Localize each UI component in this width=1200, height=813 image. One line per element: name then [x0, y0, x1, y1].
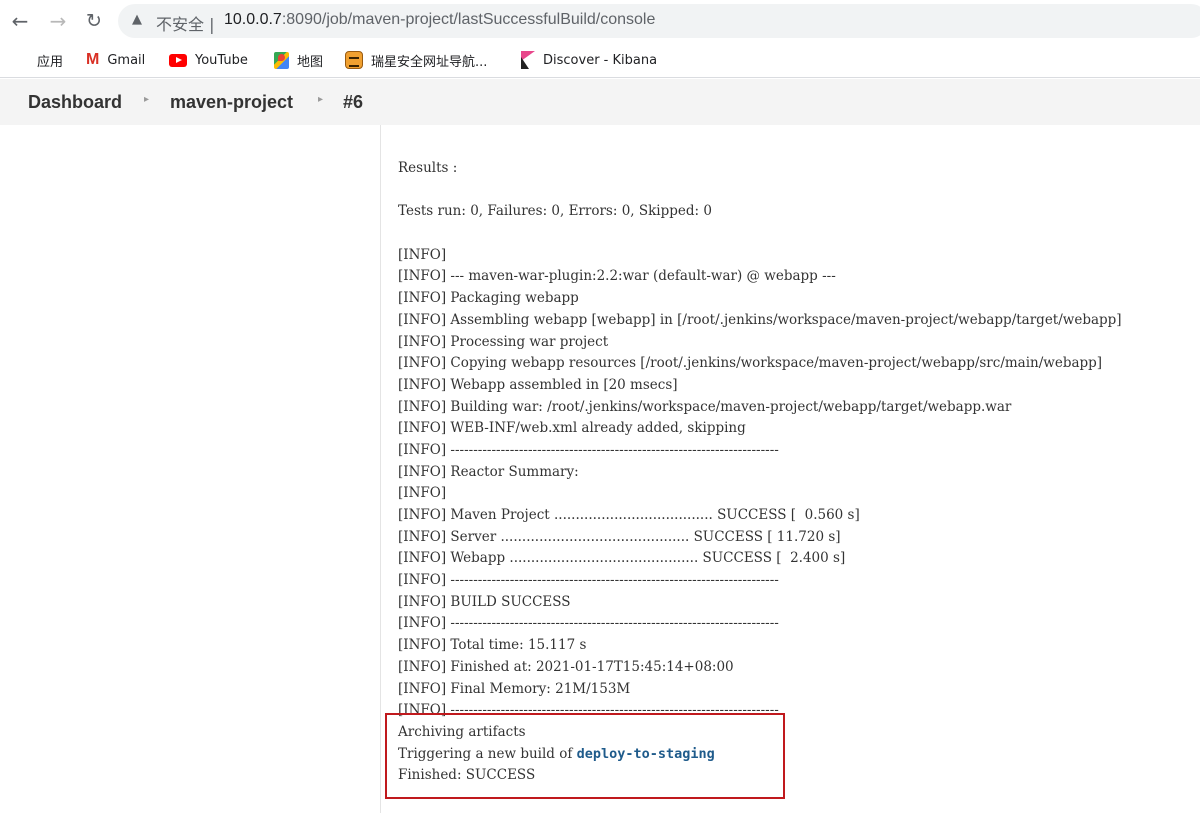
console-line: [INFO] ---------------------------------… — [398, 441, 779, 458]
console-line: Results : — [398, 160, 458, 176]
youtube-icon — [169, 53, 187, 67]
warning-triangle-icon[interactable]: ▲ — [132, 12, 142, 27]
console-line: [INFO] WEB-INF/web.xml already added, sk… — [398, 420, 746, 437]
maps-icon — [274, 51, 289, 69]
rising-tiger-icon — [345, 51, 363, 69]
bookmark-youtube[interactable]: YouTube — [169, 49, 248, 71]
back-arrow-icon[interactable]: ← — [8, 9, 32, 33]
console-line: [INFO] --- maven-war-plugin:2.2:war (def… — [398, 268, 836, 285]
gmail-icon: M — [86, 51, 100, 68]
console-line: [INFO] ---------------------------------… — [398, 572, 779, 589]
console-line: [INFO] Finished at: 2021-01-17T15:45:14+… — [398, 658, 734, 675]
console-line: [INFO] Webapp ..........................… — [398, 550, 846, 567]
forward-arrow-icon[interactable]: → — [46, 9, 70, 33]
console-lines: Results : Tests run: 0, Failures: 0, Erro… — [398, 158, 1200, 744]
console-line: [INFO] Copying webapp resources [/root/.… — [398, 355, 1103, 372]
console-line: [INFO] Total time: 15.117 s — [398, 637, 587, 654]
bookmark-apps[interactable]: 应用 — [14, 49, 63, 71]
console-line: [INFO] Server ..........................… — [398, 528, 841, 545]
console-line: [INFO] Final Memory: 21M/153M — [398, 680, 631, 697]
breadcrumb-maven-project[interactable]: maven-project — [170, 92, 293, 113]
kibana-icon — [521, 51, 535, 69]
deploy-to-staging-link[interactable]: deploy-to-staging — [577, 746, 715, 762]
apps-grid-icon — [14, 53, 29, 68]
breadcrumb-separator-icon[interactable]: ▸ — [318, 94, 323, 105]
bookmark-maps[interactable]: 地图 — [274, 49, 323, 71]
browser-toolbar: ← → ↻ ▲ 不安全 | 10.0.0.7:8090/job/maven-pr… — [0, 0, 1200, 42]
console-line: [INFO] Maven Project ...................… — [398, 507, 860, 523]
breadcrumb: Dashboard ▸ maven-project ▸ #6 — [0, 79, 1200, 125]
console-line: [INFO] Building war: /root/.jenkins/work… — [398, 398, 1012, 415]
console-line: [INFO] — [398, 246, 447, 263]
bookmark-kibana[interactable]: Discover - Kibana — [521, 49, 657, 71]
console-line: [INFO] Packaging webapp — [398, 290, 579, 307]
reload-icon[interactable]: ↻ — [82, 9, 106, 33]
console-trigger-line: Triggering a new build of deploy-to-stag… — [398, 745, 715, 762]
url-text[interactable]: 10.0.0.7:8090/job/maven-project/lastSucc… — [224, 11, 655, 29]
bookmark-gmail[interactable]: M Gmail — [86, 49, 145, 71]
console-line: [INFO] BUILD SUCCESS — [398, 593, 571, 610]
console-output: Results : Tests run: 0, Failures: 0, Erro… — [398, 158, 1200, 787]
console-line: [INFO] ---------------------------------… — [398, 615, 779, 632]
console-line: [INFO] Webapp assembled in [20 msecs] — [398, 376, 678, 393]
console-line: [INFO] ---------------------------------… — [398, 702, 779, 719]
console-line: [INFO] Assembling webapp [webapp] in [/r… — [398, 311, 1122, 328]
address-bar[interactable]: ▲ 不安全 | 10.0.0.7:8090/job/maven-project/… — [118, 4, 1200, 38]
console-line: [INFO] — [398, 485, 447, 502]
breadcrumb-build-number[interactable]: #6 — [343, 92, 363, 113]
console-line: [INFO] Processing war project — [398, 333, 609, 350]
breadcrumb-dashboard[interactable]: Dashboard — [28, 92, 122, 113]
console-line: Tests run: 0, Failures: 0, Errors: 0, Sk… — [398, 203, 712, 220]
breadcrumb-separator-icon[interactable]: ▸ — [144, 94, 149, 105]
not-secure-label[interactable]: 不安全 | — [156, 11, 215, 35]
bookmarks-bar: 应用 M Gmail YouTube 地图 瑞星安全网址导航... Discov… — [0, 42, 1200, 78]
side-panel-divider — [380, 125, 381, 813]
bookmark-rising[interactable]: 瑞星安全网址导航... — [345, 49, 487, 71]
console-line: [INFO] Reactor Summary: — [398, 463, 579, 480]
console-finished-line: Finished: SUCCESS — [398, 767, 536, 784]
console-line: Archiving artifacts — [398, 723, 526, 740]
